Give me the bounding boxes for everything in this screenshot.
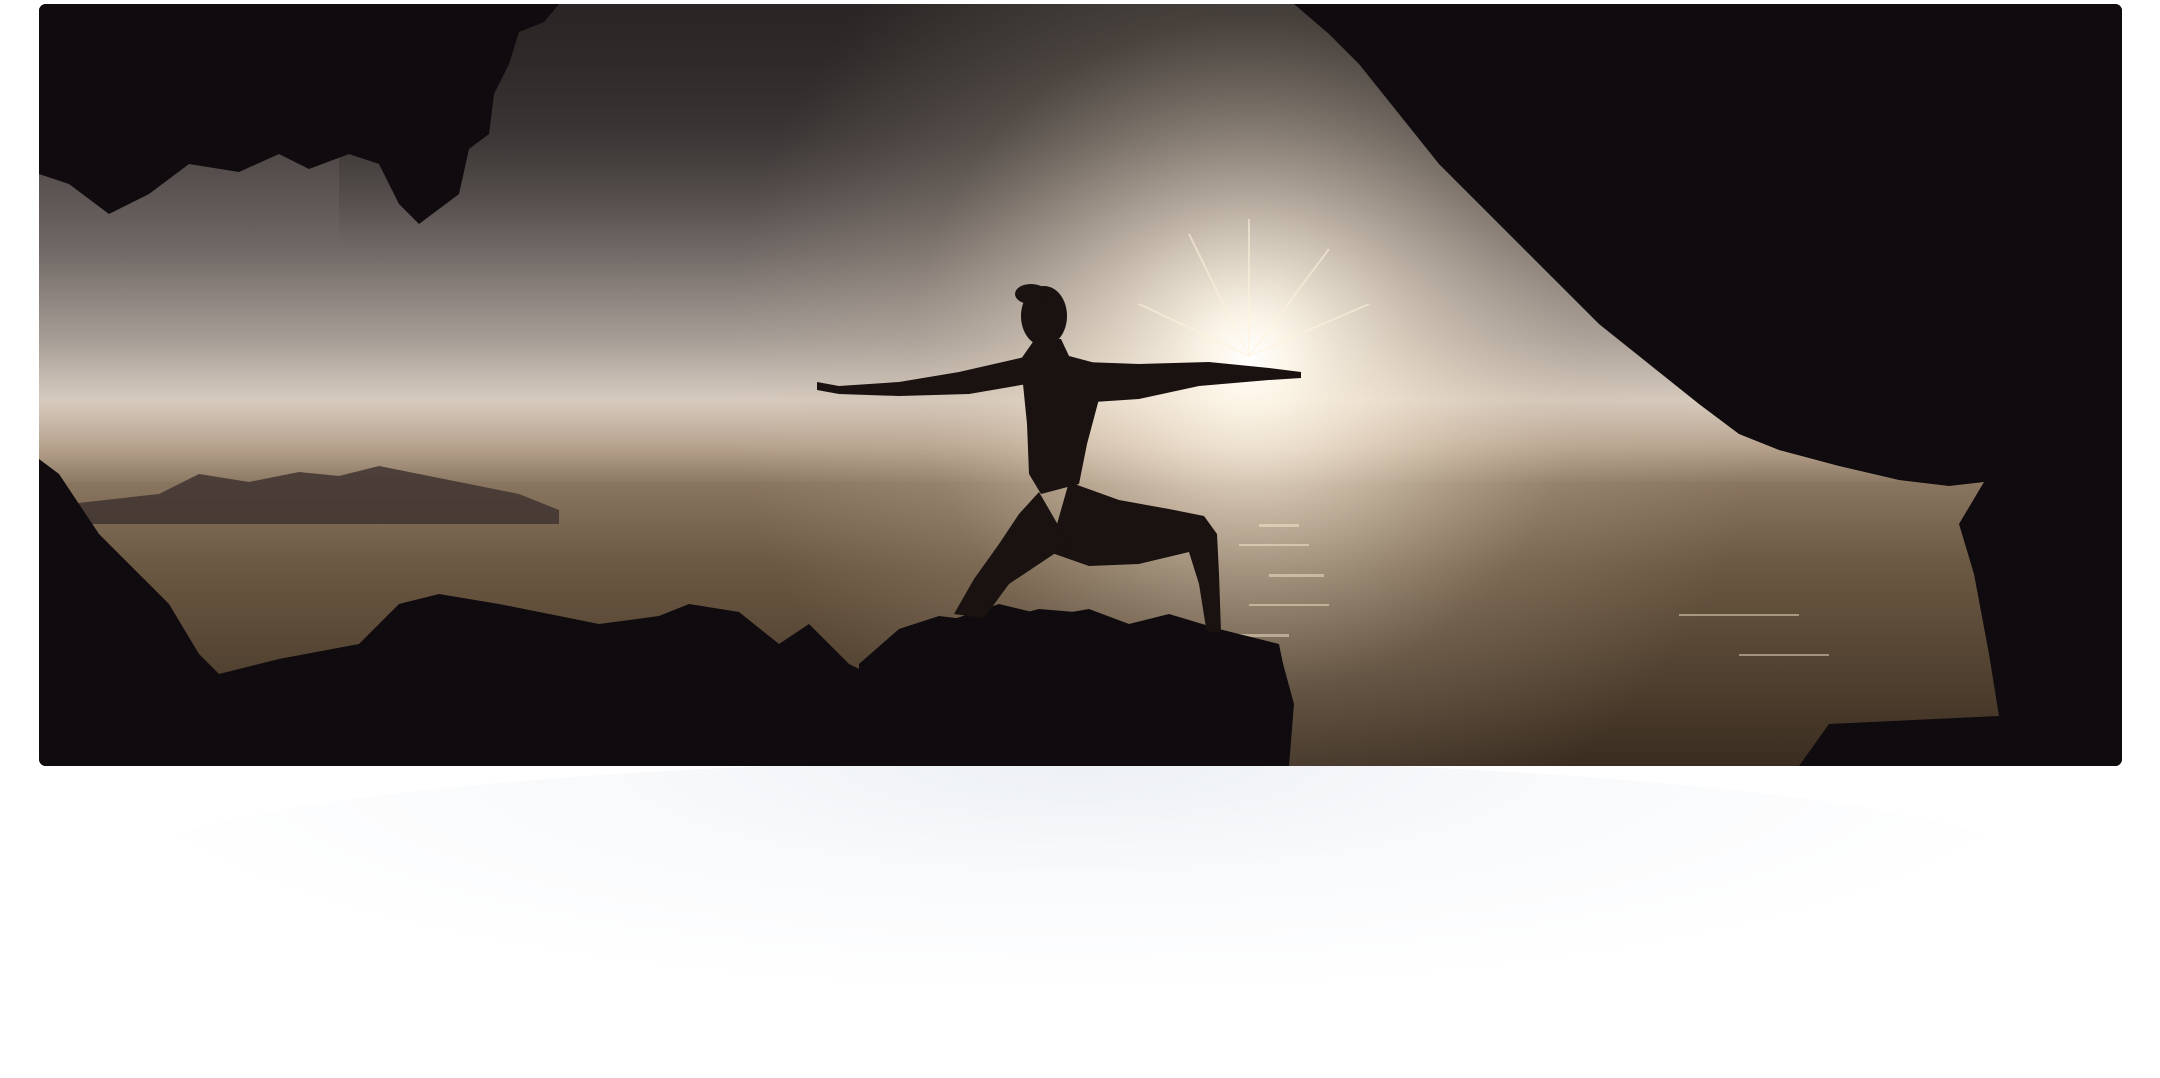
yoga-silhouette-cave-sunset-image [39,4,2122,766]
hero-image [39,4,2122,766]
hero-shadow [110,760,2050,990]
page [0,0,2160,1078]
